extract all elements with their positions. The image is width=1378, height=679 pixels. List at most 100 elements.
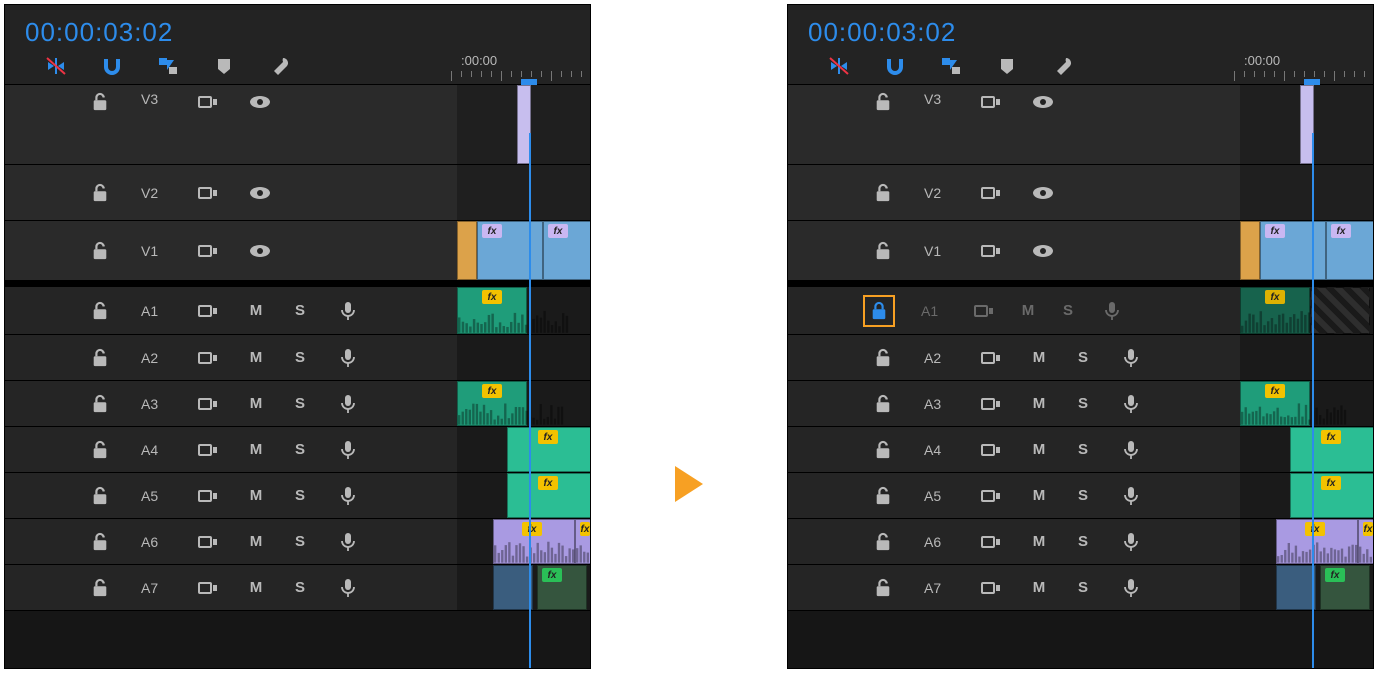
- track-label[interactable]: A1: [921, 303, 947, 319]
- solo-toggle[interactable]: S: [1076, 441, 1090, 458]
- mute-toggle[interactable]: M: [249, 395, 263, 412]
- solo-toggle[interactable]: S: [1076, 395, 1090, 412]
- visibility-toggle[interactable]: [249, 91, 271, 113]
- track-content[interactable]: fx: [457, 427, 590, 472]
- sync-lock-icon[interactable]: [197, 577, 219, 599]
- sync-lock-icon[interactable]: [197, 393, 219, 415]
- linked-selection-icon[interactable]: [157, 55, 179, 77]
- solo-toggle[interactable]: S: [293, 441, 307, 458]
- video-clip[interactable]: fx: [1326, 221, 1374, 280]
- track-label[interactable]: A7: [141, 580, 167, 596]
- sync-lock-icon[interactable]: [980, 240, 1002, 262]
- mute-toggle[interactable]: M: [249, 533, 263, 550]
- audio-clip[interactable]: fx: [575, 519, 591, 564]
- track-label[interactable]: V2: [141, 185, 167, 201]
- audio-clip[interactable]: fx: [537, 565, 587, 610]
- audio-clip[interactable]: fx: [1290, 427, 1374, 472]
- sync-lock-icon[interactable]: [197, 300, 219, 322]
- track-label[interactable]: V2: [924, 185, 950, 201]
- lock-toggle[interactable]: [89, 577, 111, 599]
- solo-toggle[interactable]: S: [1061, 302, 1075, 319]
- track-label[interactable]: A7: [924, 580, 950, 596]
- track-label[interactable]: V3: [141, 91, 167, 107]
- voice-record-toggle[interactable]: [337, 347, 359, 369]
- video-clip[interactable]: fx: [1260, 221, 1326, 280]
- track-label[interactable]: V1: [924, 243, 950, 259]
- audio-clip[interactable]: fx: [1276, 519, 1358, 564]
- timecode-display[interactable]: 00:00:03:02: [788, 5, 1373, 48]
- lock-toggle[interactable]: [89, 485, 111, 507]
- video-clip[interactable]: fx: [543, 221, 591, 280]
- audio-clip[interactable]: [1276, 565, 1316, 610]
- lock-toggle[interactable]: [872, 182, 894, 204]
- voice-record-toggle[interactable]: [1120, 577, 1142, 599]
- voice-record-toggle[interactable]: [1120, 347, 1142, 369]
- track-label[interactable]: A5: [924, 488, 950, 504]
- track-content[interactable]: fx: [1240, 565, 1373, 610]
- track-label[interactable]: A4: [141, 442, 167, 458]
- audio-clip[interactable]: fx: [457, 381, 527, 426]
- track-content[interactable]: [457, 85, 590, 164]
- lock-toggle[interactable]: [872, 347, 894, 369]
- solo-toggle[interactable]: S: [293, 533, 307, 550]
- sync-lock-icon[interactable]: [197, 182, 219, 204]
- linked-selection-icon[interactable]: [940, 55, 962, 77]
- solo-toggle[interactable]: S: [1076, 579, 1090, 596]
- sync-lock-icon[interactable]: [980, 91, 1002, 113]
- track-content[interactable]: fxfx: [1240, 221, 1373, 280]
- track-content[interactable]: fxfx: [457, 519, 590, 564]
- mute-toggle[interactable]: M: [1032, 441, 1046, 458]
- track-label[interactable]: A4: [924, 442, 950, 458]
- track-content[interactable]: fx: [1240, 473, 1373, 518]
- visibility-toggle[interactable]: [249, 182, 271, 204]
- sync-lock-icon[interactable]: [980, 347, 1002, 369]
- track-content[interactable]: fx: [457, 473, 590, 518]
- wrench-icon[interactable]: [269, 55, 291, 77]
- playhead-line[interactable]: [1312, 133, 1314, 668]
- sync-lock-icon[interactable]: [980, 393, 1002, 415]
- audio-clip[interactable]: fx: [507, 427, 591, 472]
- sync-lock-icon[interactable]: [980, 531, 1002, 553]
- audio-clip[interactable]: fx: [507, 473, 591, 518]
- mute-toggle[interactable]: M: [249, 579, 263, 596]
- solo-toggle[interactable]: S: [293, 302, 307, 319]
- video-clip[interactable]: [457, 221, 477, 280]
- track-content[interactable]: fx: [457, 381, 590, 426]
- mute-toggle[interactable]: M: [249, 487, 263, 504]
- video-clip[interactable]: fx: [477, 221, 543, 280]
- playhead-line[interactable]: [529, 133, 531, 668]
- voice-record-toggle[interactable]: [337, 393, 359, 415]
- solo-toggle[interactable]: S: [293, 395, 307, 412]
- sync-lock-icon[interactable]: [197, 485, 219, 507]
- solo-toggle[interactable]: S: [1076, 487, 1090, 504]
- track-label[interactable]: A6: [924, 534, 950, 550]
- sync-lock-icon[interactable]: [973, 300, 995, 322]
- track-label[interactable]: A3: [141, 396, 167, 412]
- audio-clip[interactable]: fx: [1320, 565, 1370, 610]
- lock-toggle[interactable]: [872, 577, 894, 599]
- audio-clip[interactable]: fx: [1358, 519, 1374, 564]
- track-content[interactable]: fx: [1240, 427, 1373, 472]
- track-label[interactable]: V1: [141, 243, 167, 259]
- mute-toggle[interactable]: M: [1032, 349, 1046, 366]
- track-label[interactable]: A3: [924, 396, 950, 412]
- track-label[interactable]: A6: [141, 534, 167, 550]
- audio-clip[interactable]: fx: [493, 519, 575, 564]
- snap-icon[interactable]: [101, 55, 123, 77]
- sync-lock-icon[interactable]: [197, 531, 219, 553]
- track-content[interactable]: fx: [1240, 381, 1373, 426]
- sync-lock-icon[interactable]: [980, 577, 1002, 599]
- lock-toggle[interactable]: [872, 393, 894, 415]
- mute-toggle[interactable]: M: [1032, 533, 1046, 550]
- track-content[interactable]: [1240, 335, 1373, 380]
- lock-toggle[interactable]: [872, 485, 894, 507]
- track-content[interactable]: fxfx: [457, 221, 590, 280]
- mute-toggle[interactable]: M: [1032, 487, 1046, 504]
- lock-toggle[interactable]: [872, 531, 894, 553]
- sync-lock-icon[interactable]: [980, 439, 1002, 461]
- visibility-toggle[interactable]: [249, 240, 271, 262]
- voice-record-toggle[interactable]: [1120, 393, 1142, 415]
- track-content[interactable]: fxfx: [1240, 519, 1373, 564]
- audio-clip[interactable]: fx: [1240, 381, 1310, 426]
- sync-lock-icon[interactable]: [980, 485, 1002, 507]
